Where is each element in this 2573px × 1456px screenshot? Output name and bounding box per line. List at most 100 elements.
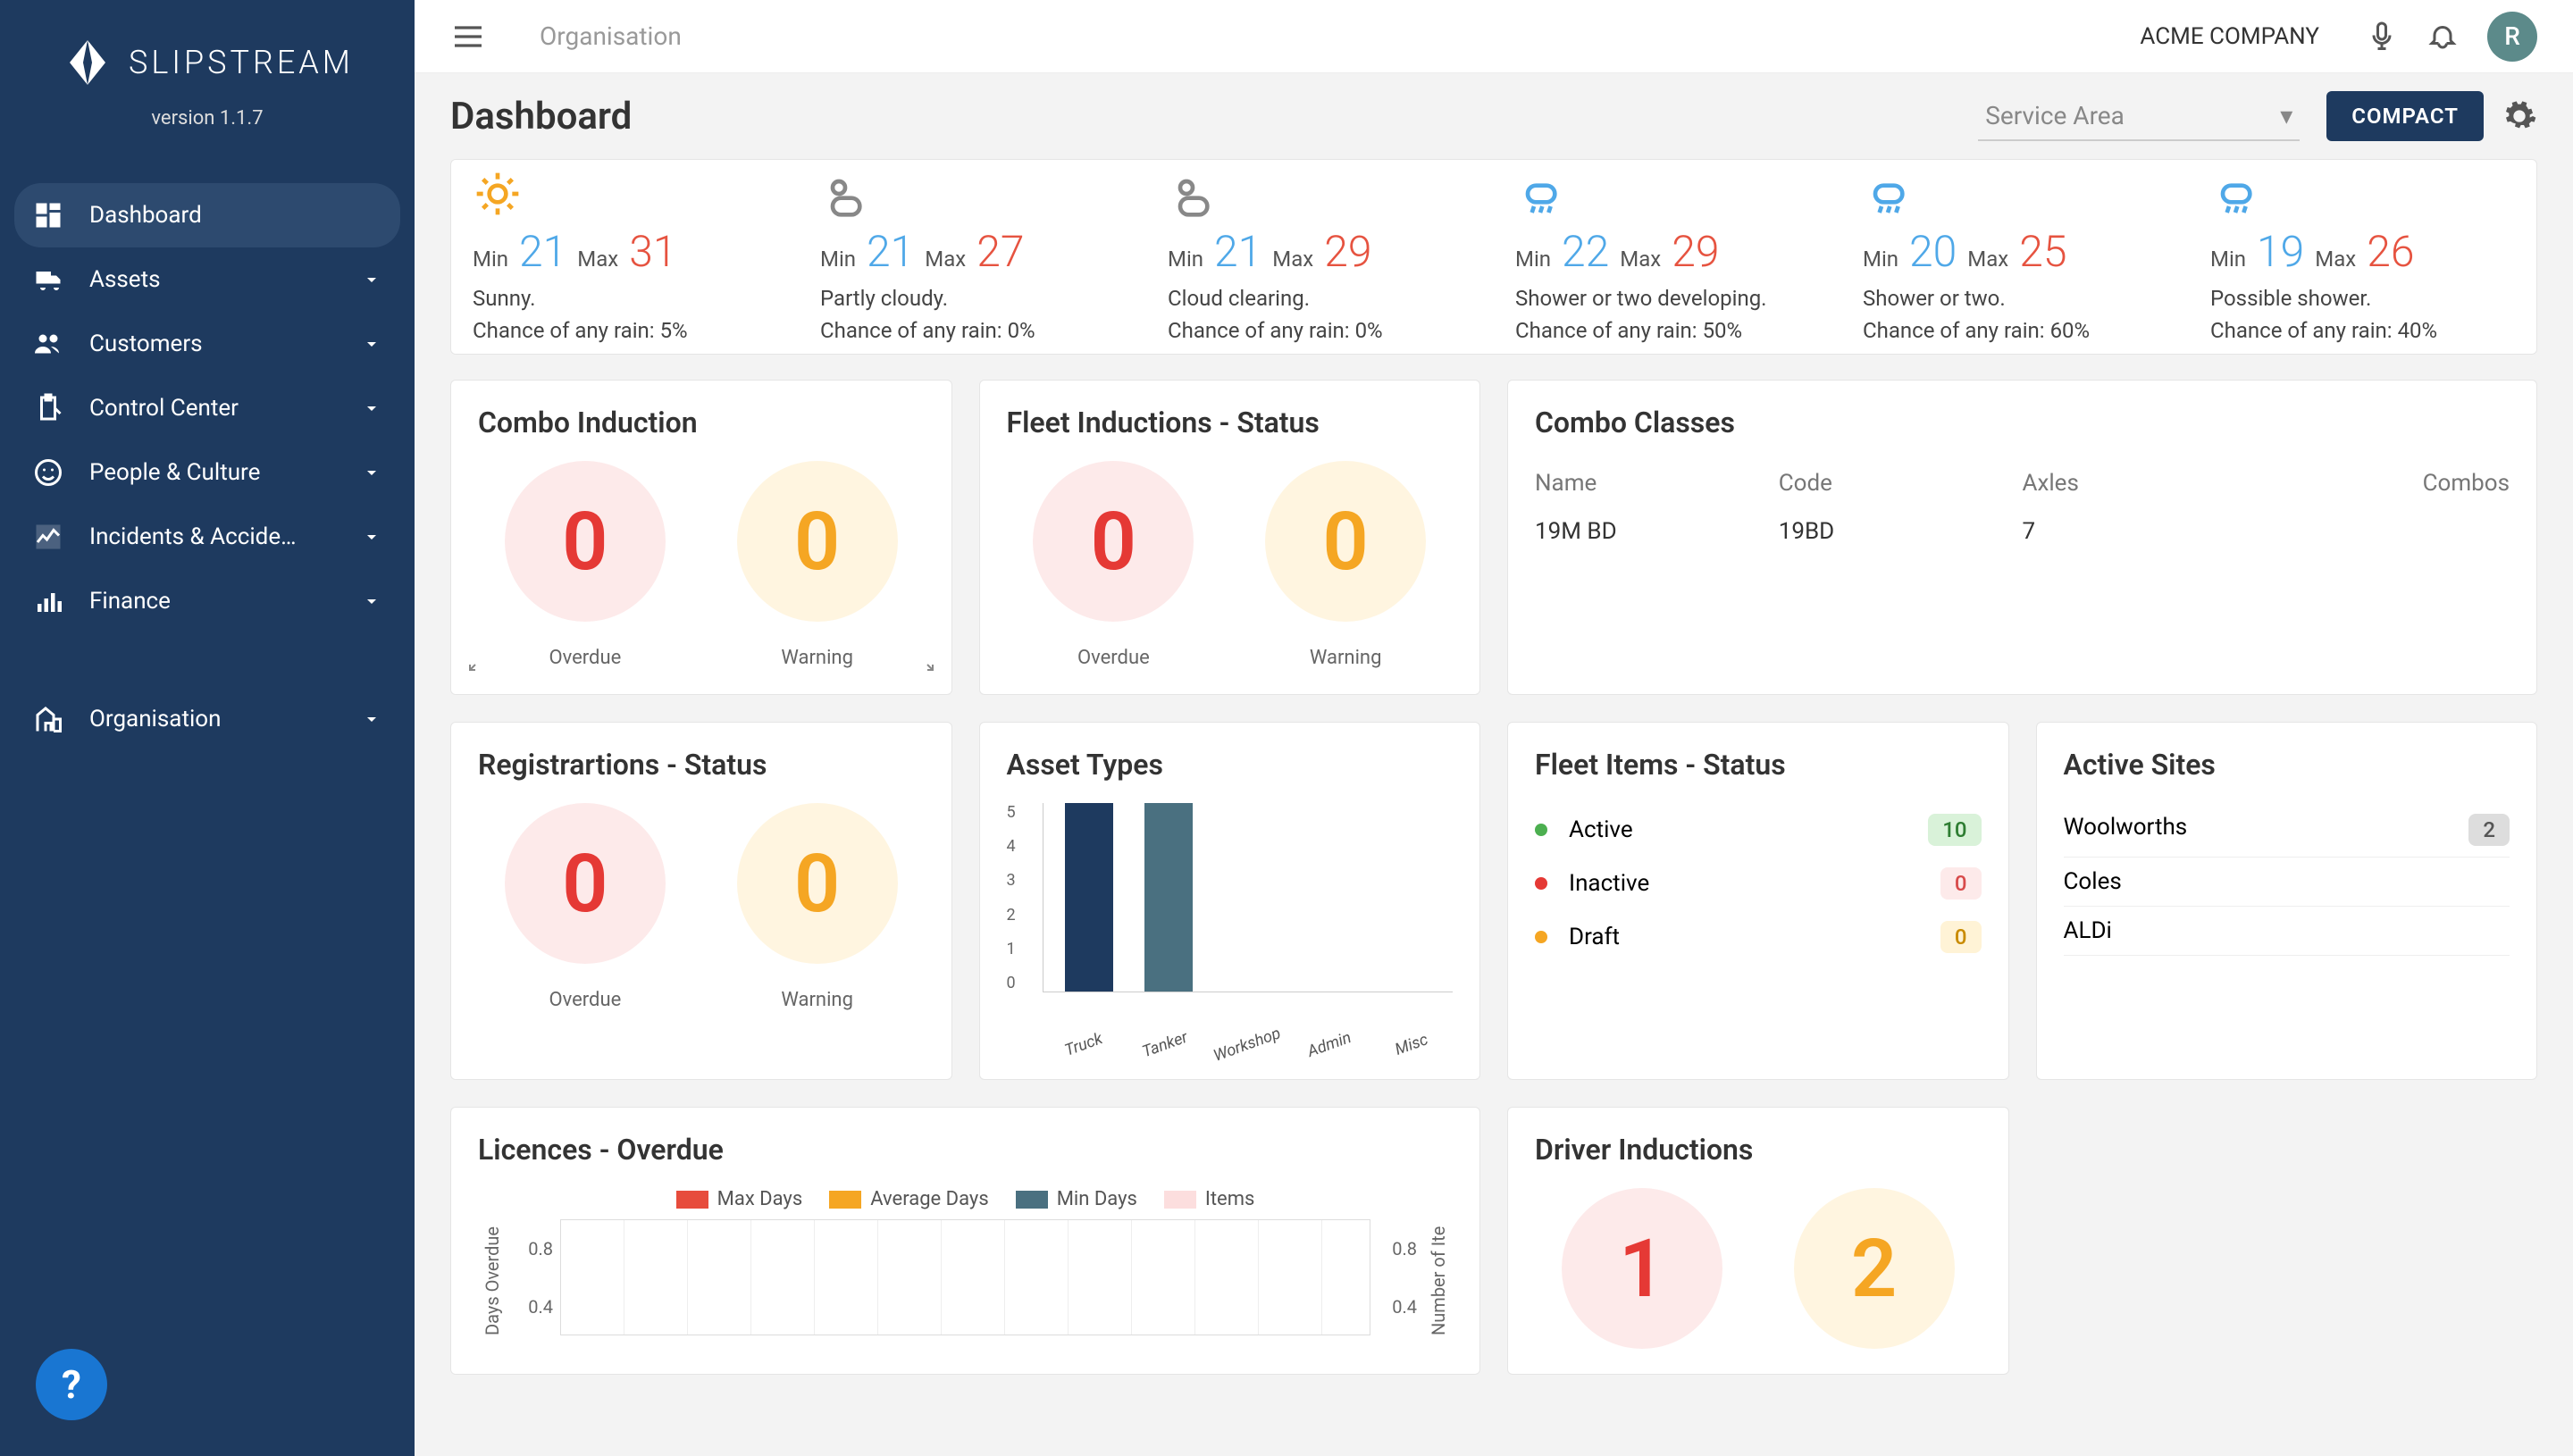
card-title: Combo Classes [1535, 406, 2510, 439]
y-right-axis-label: Number of Ite [1424, 1219, 1453, 1335]
column-header: Combos [2266, 470, 2510, 497]
stat-label: Warning [1265, 647, 1426, 669]
help-button[interactable]: ? [36, 1349, 107, 1420]
sidebar-item-finance[interactable]: Finance [14, 569, 400, 633]
sidebar-item-organisation[interactable]: Organisation [14, 687, 400, 751]
weather-desc: Partly cloudy. [820, 282, 1125, 314]
site-row[interactable]: Coles [2064, 858, 2510, 907]
temp-min: 21 [867, 226, 914, 277]
avatar[interactable]: R [2487, 12, 2537, 62]
shower-weather-icon [1863, 167, 2167, 221]
sidebar-nav: Dashboard Assets Customers Control Cente… [0, 147, 415, 1456]
page-title: Dashboard [450, 95, 1978, 138]
y-tick: 5 [1007, 803, 1043, 822]
stat-circle: 2 [1794, 1188, 1955, 1349]
sidebar-item-assets[interactable]: Assets [14, 247, 400, 312]
app-name: SLIPSTREAM [129, 44, 354, 81]
face-icon [32, 456, 64, 489]
stat-circle: 0 [505, 461, 666, 622]
weather-card: Min 19 Max 26 Possible shower. Chance of… [2189, 163, 2536, 350]
y-tick: 1 [1007, 940, 1043, 958]
table-row[interactable]: 19M BD 19BD 7 [1535, 506, 2510, 557]
collapse-icon[interactable] [467, 662, 489, 683]
sidebar-item-customers[interactable]: Customers [14, 312, 400, 376]
legend: Max Days Average Days Min Days Items [478, 1188, 1453, 1210]
column-header: Axles [2023, 470, 2267, 497]
y-tick: 0.8 [1370, 1238, 1417, 1259]
asset-types-card: Asset Types 012345 TruckTankerWorkshopAd… [979, 722, 1481, 1080]
avatar-initial: R [2504, 21, 2520, 51]
max-label: Max [1967, 247, 2008, 272]
gear-icon[interactable] [2502, 98, 2537, 134]
card-title: Asset Types [1007, 748, 1454, 782]
max-label: Max [1272, 247, 1313, 272]
registrations-card: Registrartions - Status 0Overdue 0Warnin… [450, 722, 952, 1080]
status-badge: 10 [1928, 814, 1981, 846]
card-title: Driver Inductions [1535, 1133, 1982, 1167]
compact-button[interactable]: COMPACT [2326, 91, 2484, 141]
sidebar-item-label: Incidents & Accide… [89, 523, 361, 550]
chevron-down-icon [361, 269, 382, 290]
sidebar-item-control-center[interactable]: Control Center [14, 376, 400, 440]
status-row: Inactive 0 [1535, 857, 1982, 910]
fleet-items-card: Fleet Items - Status Active 10 Inactive … [1507, 722, 2009, 1080]
y-tick: 0 [1007, 974, 1043, 992]
weather-card: Min 22 Max 29 Shower or two developing. … [1494, 163, 1841, 350]
weather-rain: Chance of any rain: 0% [1168, 314, 1472, 347]
y-left-axis-label: Days Overdue [478, 1219, 507, 1335]
sidebar: SLIPSTREAM version 1.1.7 Dashboard Asset… [0, 0, 415, 1456]
sidebar-item-dashboard[interactable]: Dashboard [14, 183, 400, 247]
microphone-icon[interactable] [2366, 21, 2398, 53]
stat-circle: 0 [737, 461, 898, 622]
weather-rain: Chance of any rain: 60% [1863, 314, 2167, 347]
card-title: Fleet Inductions - Status [1007, 406, 1454, 439]
weather-card: Min 20 Max 25 Shower or two. Chance of a… [1841, 163, 2189, 350]
temp-max: 27 [976, 226, 1024, 277]
card-title: Licences - Overdue [478, 1133, 1453, 1167]
status-label: Active [1569, 816, 1928, 843]
chevron-down-icon [361, 590, 382, 612]
site-row[interactable]: ALDi [2064, 907, 2510, 956]
site-row[interactable]: Woolworths 2 [2064, 803, 2510, 858]
chart-broken-icon [32, 521, 64, 553]
y-tick: 3 [1007, 871, 1043, 890]
card-title: Fleet Items - Status [1535, 748, 1982, 782]
company-name: ACME COMPANY [2140, 23, 2319, 50]
sidebar-item-people-culture[interactable]: People & Culture [14, 440, 400, 505]
active-sites-card: Active Sites Woolworths 2Coles ALDi [2036, 722, 2538, 1080]
max-label: Max [925, 247, 966, 272]
hamburger-icon[interactable] [450, 19, 486, 54]
expand-icon[interactable] [914, 662, 935, 683]
partly-weather-icon [1168, 167, 1472, 221]
site-count-badge: 2 [2468, 814, 2510, 846]
weather-strip: Min 21 Max 31 Sunny. Chance of any rain:… [450, 159, 2537, 355]
chevron-down-icon [361, 708, 382, 730]
legend-label: Max Days [717, 1188, 803, 1210]
temp-max: 31 [629, 226, 676, 277]
bar [1144, 803, 1193, 992]
status-label: Inactive [1569, 870, 1940, 897]
y-tick: 2 [1007, 906, 1043, 925]
app-logo: SLIPSTREAM [36, 36, 379, 89]
main: Organisation ACME COMPANY R Dashboard Se… [415, 0, 2573, 1456]
topbar: Organisation ACME COMPANY R [415, 0, 2573, 73]
dashboard-icon [32, 199, 64, 231]
combo-classes-table: Name Code Axles Combos 19M BD 19BD 7 [1535, 461, 2510, 557]
service-area-placeholder: Service Area [1985, 101, 2125, 130]
service-area-select[interactable]: Service Area ▾ [1978, 92, 2300, 141]
status-row: Draft 0 [1535, 910, 1982, 964]
y-tick: 0.4 [1370, 1296, 1417, 1318]
min-label: Min [1515, 247, 1551, 272]
min-label: Min [1863, 247, 1898, 272]
sidebar-item-incidents-accide-[interactable]: Incidents & Accide… [14, 505, 400, 569]
weather-rain: Chance of any rain: 0% [820, 314, 1125, 347]
app-version: version 1.1.7 [36, 107, 379, 130]
sidebar-item-label: Control Center [89, 395, 361, 422]
temp-max: 29 [1672, 226, 1719, 277]
weather-card: Min 21 Max 31 Sunny. Chance of any rain:… [451, 163, 799, 350]
temp-max: 25 [2019, 226, 2066, 277]
combo-induction-card: Combo Induction 0Overdue 0Warning [450, 380, 952, 695]
weather-desc: Shower or two. [1863, 282, 2167, 314]
bell-icon[interactable] [2426, 21, 2459, 53]
temp-min: 21 [1214, 226, 1261, 277]
